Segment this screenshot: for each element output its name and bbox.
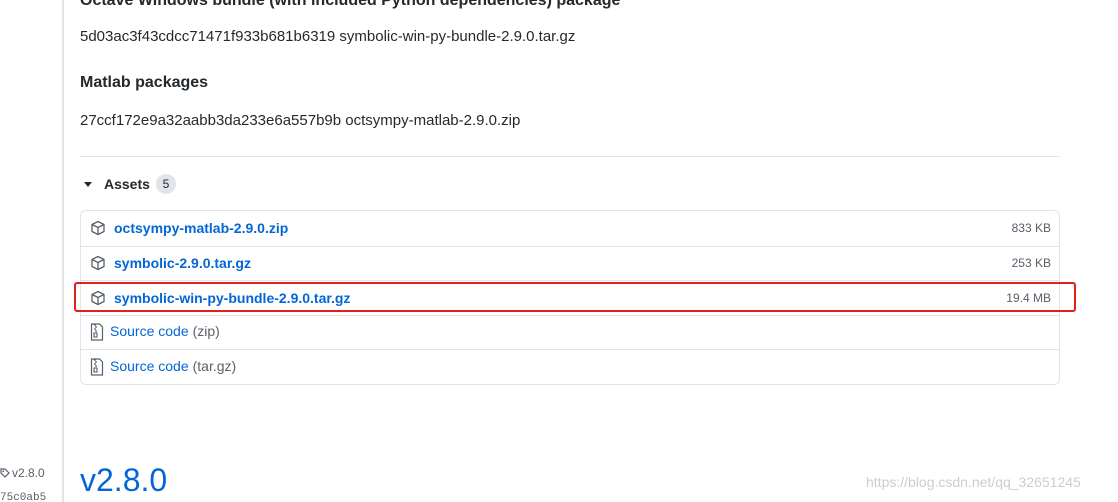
asset-row: octsympy-matlab-2.9.0.zip 833 KB xyxy=(81,211,1059,246)
release-title-link[interactable]: v2.8.0 xyxy=(80,462,167,499)
tag-link[interactable]: v2.8.0 xyxy=(0,466,45,480)
assets-toggle[interactable]: Assets 5 xyxy=(84,174,176,194)
source-code-format: (zip) xyxy=(192,323,220,340)
source-code-label: Source code xyxy=(110,357,189,374)
tag-label: v2.8.0 xyxy=(12,466,45,480)
asset-size: 19.4 MB xyxy=(1006,290,1051,305)
timeline-divider xyxy=(62,0,64,502)
asset-row: symbolic-win-py-bundle-2.9.0.tar.gz 19.4… xyxy=(81,280,1059,315)
watermark: https://blog.csdn.net/qq_32651245 xyxy=(866,474,1081,490)
assets-label: Assets xyxy=(104,176,150,192)
section-heading-octave-bundle: Octave Windows bundle (with included Pyt… xyxy=(80,0,621,9)
checksum-line-matlab: 27ccf172e9a32aabb3da233e6a557b9b octsymp… xyxy=(80,112,521,129)
file-zip-icon xyxy=(90,358,104,376)
asset-link-octsympy-matlab[interactable]: octsympy-matlab-2.9.0.zip xyxy=(114,220,288,236)
assets-count-badge: 5 xyxy=(155,174,176,194)
checksum-line-octave-bundle: 5d03ac3f43cdcc71471f933b681b6319 symboli… xyxy=(80,28,576,45)
package-icon xyxy=(91,221,105,236)
divider xyxy=(80,156,1060,157)
release-sidebar: v2.8.0 75c0ab5 xyxy=(0,0,64,502)
package-icon xyxy=(91,256,105,271)
section-heading-matlab: Matlab packages xyxy=(80,74,209,91)
file-zip-icon xyxy=(90,323,104,341)
source-code-zip-link[interactable]: Source code (zip) xyxy=(110,323,220,341)
asset-size: 253 KB xyxy=(1011,256,1051,271)
source-code-label: Source code xyxy=(110,323,189,340)
source-code-format: (tar.gz) xyxy=(192,357,237,374)
asset-link-symbolic[interactable]: symbolic-2.9.0.tar.gz xyxy=(114,255,251,271)
asset-link-symbolic-win-py-bundle[interactable]: symbolic-win-py-bundle-2.9.0.tar.gz xyxy=(114,290,350,306)
asset-row: symbolic-2.9.0.tar.gz 253 KB xyxy=(81,245,1059,281)
source-code-targz-link[interactable]: Source code (tar.gz) xyxy=(110,358,236,376)
asset-row: Source code (zip) xyxy=(81,314,1059,350)
tag-icon xyxy=(0,468,10,478)
caret-down-icon xyxy=(84,181,92,187)
assets-list: octsympy-matlab-2.9.0.zip 833 KB symboli… xyxy=(80,210,1060,385)
asset-row: Source code (tar.gz) xyxy=(81,349,1059,384)
commit-hash[interactable]: 75c0ab5 xyxy=(0,492,46,502)
package-icon xyxy=(91,290,105,305)
asset-size: 833 KB xyxy=(1011,221,1051,236)
